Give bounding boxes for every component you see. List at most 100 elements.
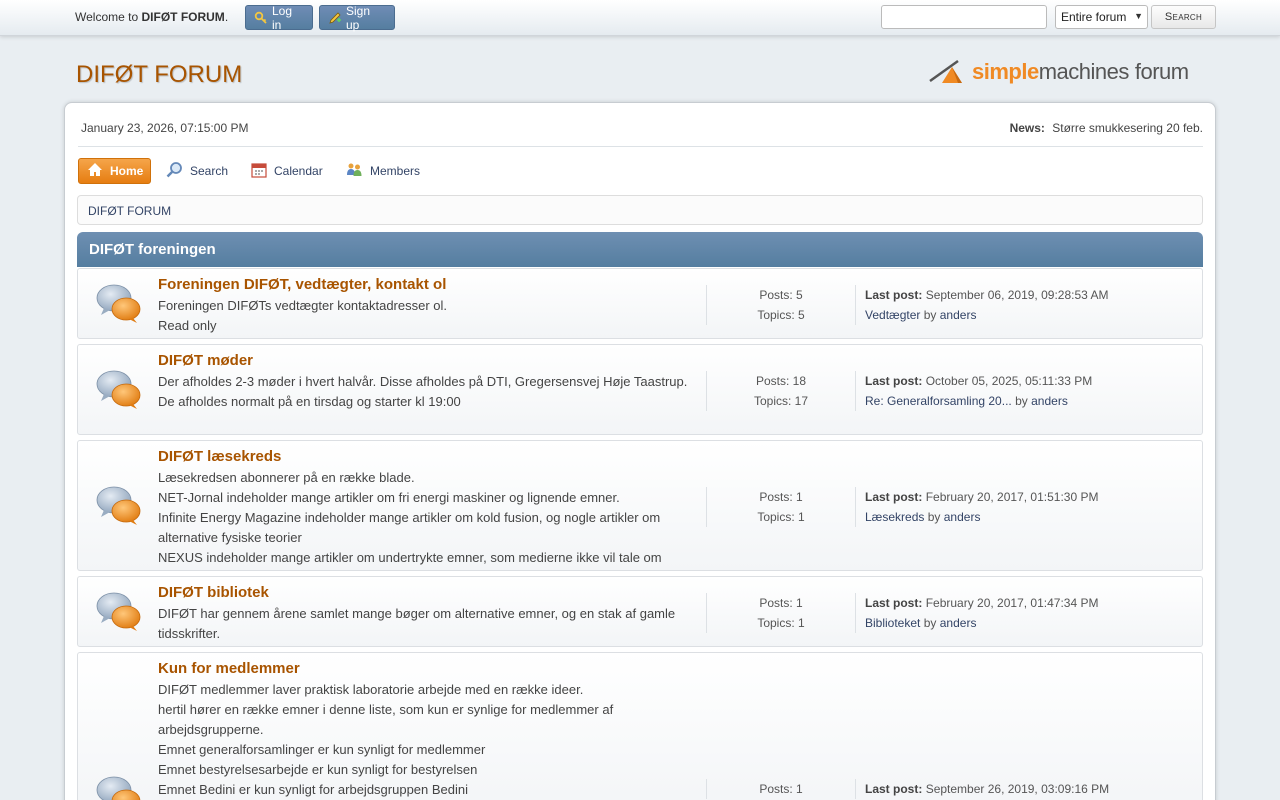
- board-stats: Posts: 1: [706, 779, 856, 799]
- board-stats: Posts: 5 Topics: 5: [706, 285, 856, 325]
- breadcrumb: DIFØT FORUM: [77, 195, 1203, 225]
- news-text: Større smukkesering 20 feb.: [1052, 121, 1203, 135]
- board-description-line: DIFØT har gennem årene samlet mange bøge…: [158, 606, 676, 641]
- board-last-post: Last post: September 06, 2019, 09:28:53 …: [865, 285, 1108, 325]
- board-posts: Posts: 1: [759, 782, 803, 796]
- board-chat-icon[interactable]: [96, 485, 142, 530]
- welcome-suffix: .: [224, 10, 229, 24]
- board-last-post: Last post: February 20, 2017, 01:47:34 P…: [865, 593, 1098, 633]
- board-description-line: Foreningen DIFØTs vedtægter kontaktadres…: [158, 298, 448, 313]
- board-topics: Topics: 5: [757, 308, 805, 322]
- board-chat-icon[interactable]: [96, 591, 142, 636]
- calendar-icon: [251, 162, 267, 181]
- board-stats: Posts: 1 Topics: 1: [706, 487, 856, 527]
- last-post-label: Last post:: [865, 288, 923, 302]
- last-post-topic-link[interactable]: Læsekreds: [865, 510, 924, 524]
- board-description-line: NET-Jornal indeholder mange artikler om …: [158, 490, 620, 505]
- board-row: DIFØT læsekreds Læsekredsen abonnerer på…: [77, 440, 1203, 571]
- members-icon: [346, 162, 363, 181]
- home-icon: [87, 162, 103, 180]
- key-icon: [254, 11, 268, 25]
- board-chat-icon[interactable]: [96, 775, 142, 800]
- search-input[interactable]: [881, 5, 1047, 29]
- last-post-date: February 20, 2017, 01:51:30 PM: [925, 490, 1099, 504]
- news-line: News: Større smukkesering 20 feb.: [1010, 121, 1203, 135]
- search-scope-value: Entire forum: [1061, 10, 1127, 24]
- board-chat-icon[interactable]: [96, 283, 142, 328]
- last-post-label: Last post:: [865, 490, 923, 504]
- welcome-message: Welcome to DIFØT FORUM.: [75, 10, 228, 24]
- last-post-topic-link[interactable]: Biblioteket: [865, 616, 920, 630]
- board-description: Der afholdes 2-3 møder i hvert halvår. D…: [158, 372, 698, 412]
- forum-title[interactable]: DIFØT FORUM: [76, 61, 242, 89]
- pencil-icon: [328, 11, 342, 25]
- last-post-by: by: [927, 510, 941, 524]
- menu-search[interactable]: Search: [166, 158, 228, 184]
- board-title[interactable]: DIFØT læsekreds: [158, 448, 281, 465]
- smf-logo-text-machines: machines: [1038, 59, 1130, 84]
- board-posts: Posts: 1: [759, 596, 803, 610]
- last-post-topic-link[interactable]: Re: Generalforsamling 20...: [865, 394, 1012, 408]
- board-chat-icon[interactable]: [96, 369, 142, 414]
- last-post-user-link[interactable]: anders: [940, 616, 977, 630]
- last-post-user-link[interactable]: anders: [944, 510, 981, 524]
- board-last-post: Last post: October 05, 2025, 05:11:33 PM…: [865, 371, 1092, 411]
- current-date: January 23, 2026, 07:15:00 PM: [81, 121, 249, 135]
- menu-members[interactable]: Members: [346, 158, 420, 184]
- divider: [78, 146, 1203, 147]
- last-post-date: September 26, 2019, 03:09:16 PM: [925, 782, 1110, 796]
- board-last-post: Last post: September 26, 2019, 03:09:16 …: [865, 779, 1109, 799]
- login-button[interactable]: Log in: [245, 4, 313, 32]
- board-row: DIFØT bibliotek DIFØT har gennem årene s…: [77, 576, 1203, 647]
- last-post-user-link[interactable]: anders: [940, 308, 977, 322]
- last-post-label: Last post:: [865, 374, 923, 388]
- last-post-by: by: [1015, 394, 1028, 408]
- board-title[interactable]: Foreningen DIFØT, vedtægter, kontakt ol: [158, 276, 446, 293]
- welcome-forum-name: DIFØT FORUM: [141, 10, 225, 24]
- top-bar: Welcome to DIFØT FORUM. Log in Sign up E…: [0, 0, 1280, 36]
- category-header[interactable]: DIFØT foreningen: [77, 232, 1203, 267]
- smf-logo-text-simple: simple: [972, 59, 1039, 84]
- board-description: DIFØT medlemmer laver praktisk laborator…: [158, 680, 698, 800]
- board-stats: Posts: 1 Topics: 1: [706, 593, 856, 633]
- menu-members-label: Members: [370, 164, 421, 178]
- search-scope-select[interactable]: Entire forum ▼: [1055, 5, 1148, 29]
- signup-button[interactable]: Sign up: [319, 3, 395, 32]
- welcome-prefix: Welcome to: [75, 10, 139, 24]
- menu-search-label: Search: [190, 164, 229, 178]
- board-row: Kun for medlemmer DIFØT medlemmer laver …: [77, 652, 1203, 800]
- board-description: Foreningen DIFØTs vedtægter kontaktadres…: [158, 296, 698, 336]
- board-description-line: Infinite Energy Magazine indeholder mang…: [158, 510, 661, 545]
- board-topics: Topics: 1: [757, 616, 805, 630]
- last-post-user-link[interactable]: anders: [1031, 394, 1068, 408]
- menu-home-label: Home: [110, 164, 144, 178]
- signup-label: Sign up: [346, 3, 371, 32]
- board-description-line: Emnet Bedini er kun synligt for arbejdsg…: [158, 782, 469, 797]
- menu-calendar-label: Calendar: [274, 164, 323, 178]
- last-post-by: by: [923, 308, 937, 322]
- board-title[interactable]: DIFØT møder: [158, 352, 253, 369]
- category-title[interactable]: DIFØT foreningen: [89, 241, 216, 258]
- search-button[interactable]: Search: [1151, 5, 1216, 29]
- last-post-topic-link[interactable]: Vedtægter: [865, 308, 920, 322]
- menu-home[interactable]: Home: [78, 158, 151, 184]
- board-posts: Posts: 5: [759, 288, 803, 302]
- board-posts: Posts: 1: [759, 490, 803, 504]
- breadcrumb-forum-link[interactable]: DIFØT FORUM: [88, 204, 171, 218]
- board-description-line: Emnet bestyrelsesarbejde er kun synligt …: [158, 762, 478, 777]
- last-post-date: February 20, 2017, 01:47:34 PM: [925, 596, 1099, 610]
- board-description-line: NEXUS indeholder mange artikler om under…: [158, 550, 662, 565]
- board-description-line: Read only: [158, 318, 217, 333]
- board-description: Læsekredsen abonnerer på en række blade.…: [158, 468, 698, 568]
- smf-logo[interactable]: simple machines forum: [928, 57, 1204, 87]
- board-description-line: Emnet generalforsamlinger er kun synligt…: [158, 742, 486, 757]
- search-icon: [166, 161, 183, 181]
- board-title[interactable]: Kun for medlemmer: [158, 660, 300, 677]
- board-posts: Posts: 18: [755, 374, 807, 388]
- menu-calendar[interactable]: Calendar: [251, 158, 323, 184]
- board-title[interactable]: DIFØT bibliotek: [158, 584, 269, 601]
- last-post-label: Last post:: [865, 596, 923, 610]
- last-post-label: Last post:: [865, 782, 923, 796]
- board-description-line: Der afholdes 2-3 møder i hvert halvår. D…: [158, 374, 688, 389]
- last-post-date: September 06, 2019, 09:28:53 AM: [925, 288, 1109, 302]
